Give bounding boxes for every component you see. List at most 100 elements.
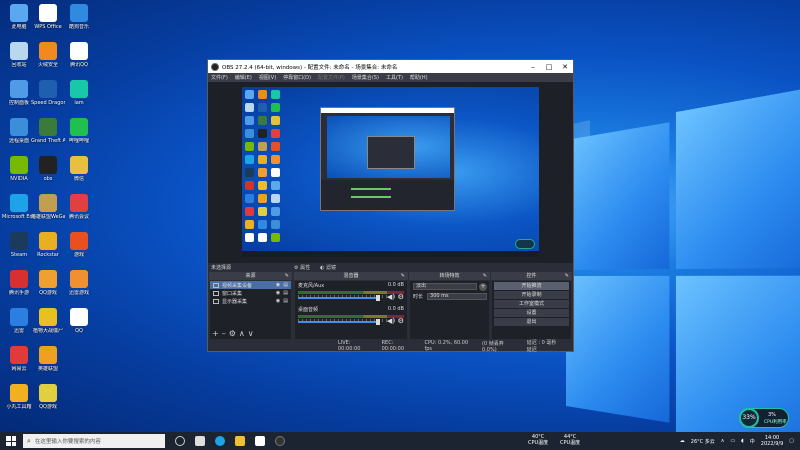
- menu-bar: 文件(F) 编辑(E) 视图(V) 停靠窗口(D) 配置文件(P) 场景集合(S) 工具(T…: [208, 73, 573, 82]
- desktop-icon[interactable]: 迅雷游戏: [62, 268, 96, 308]
- menu-item[interactable]: 配置文件(P): [318, 74, 345, 81]
- source-item[interactable]: 视频采集设备 ◉ ▤: [210, 281, 291, 289]
- desktop-icon[interactable]: Speed Dragon: [31, 78, 65, 118]
- preview-icon: [258, 116, 267, 125]
- desktop-icon[interactable]: 植物大战僵尸: [31, 306, 65, 346]
- desktop-icon[interactable]: 英雄联盟: [31, 344, 65, 384]
- desktop-icon-label: 火绒安全: [31, 62, 65, 68]
- ime-icon[interactable]: 中: [750, 438, 755, 445]
- obs-titlebar[interactable]: OBS 27.2.4 (64-bit, windows) - 配置文件: 未命名…: [208, 60, 573, 73]
- app-icon: [70, 4, 88, 22]
- obs-taskbar-icon[interactable]: [275, 436, 285, 446]
- dock-close-icon[interactable]: ✎: [565, 272, 569, 280]
- preview-icon: [245, 181, 254, 190]
- desktop-icon[interactable]: obs: [31, 154, 65, 194]
- preview-icon: [271, 90, 280, 99]
- volume-slider[interactable]: [298, 297, 378, 299]
- add-transition-icon[interactable]: +: [479, 283, 487, 291]
- network-icon[interactable]: ▭: [730, 438, 735, 444]
- preview-icon: [245, 194, 254, 203]
- store-icon[interactable]: [255, 436, 265, 446]
- menu-item[interactable]: 文件(F): [211, 74, 228, 81]
- dock-close-icon[interactable]: ✎: [401, 272, 405, 280]
- volume-slider[interactable]: [298, 321, 378, 323]
- cpu-widget[interactable]: 33% 3% CPU利用率: [739, 408, 789, 428]
- desktop-icon[interactable]: QQ: [62, 306, 96, 346]
- control-button[interactable]: 退出: [494, 318, 569, 326]
- start-button[interactable]: [6, 436, 16, 446]
- desktop-icon[interactable]: iam: [62, 78, 96, 118]
- dock-close-icon[interactable]: ✎: [483, 272, 487, 280]
- desktop-icon[interactable]: QQ游戏: [31, 382, 65, 422]
- sources-dock: 来源 ✎ 视频采集设备 ◉ ▤ 窗口采集 ◉ ▤ 显示器采集 ◉ ▤ +–⚙∧∨: [209, 272, 292, 340]
- eye-icon[interactable]: ◉: [276, 282, 280, 288]
- weather[interactable]: 26°C 多云: [691, 438, 715, 445]
- menu-item[interactable]: 工具(T): [386, 74, 403, 81]
- desktop-icon[interactable]: 微信: [62, 154, 96, 194]
- maximize-icon[interactable]: □: [541, 63, 557, 71]
- preview-canvas[interactable]: [208, 82, 573, 263]
- close-icon[interactable]: ✕: [557, 63, 573, 71]
- menu-item[interactable]: 视图(V): [259, 74, 276, 81]
- filters-button[interactable]: ◐ 滤镜: [320, 264, 336, 271]
- gear-icon[interactable]: ⚙: [398, 293, 404, 301]
- dock-close-icon[interactable]: ✎: [285, 272, 289, 280]
- menu-item[interactable]: 编辑(E): [235, 74, 252, 81]
- obs-window[interactable]: OBS 27.2.4 (64-bit, windows) - 配置文件: 未命名…: [207, 59, 574, 352]
- control-button[interactable]: 设置: [494, 309, 569, 317]
- control-button[interactable]: 开始录制: [494, 291, 569, 299]
- minimize-icon[interactable]: –: [525, 63, 541, 71]
- notification-icon[interactable]: ▢: [789, 438, 794, 444]
- source-item[interactable]: 显示器采集 ◉ ▤: [210, 297, 291, 305]
- desktop-icon-label: 迅雷游戏: [62, 290, 96, 296]
- weather-icon[interactable]: ☁: [680, 438, 685, 444]
- explorer-icon[interactable]: [235, 436, 245, 446]
- dropped-frames: (0 帧丢弃 0.0%): [482, 340, 515, 353]
- desktop-icon[interactable]: QQ游戏: [31, 268, 65, 308]
- properties-button[interactable]: ⚙ 属性: [294, 264, 310, 271]
- live-timer: LIVE: 00:00:00: [338, 340, 370, 352]
- desktop-icon[interactable]: WPS Office: [31, 2, 65, 42]
- desktop-icon[interactable]: 火绒安全: [31, 40, 65, 80]
- menu-item[interactable]: 帮助(H): [410, 74, 428, 81]
- desktop-icon[interactable]: 腾讯会议: [62, 192, 96, 232]
- eye-icon[interactable]: ◉: [276, 290, 280, 296]
- preview-icon: [271, 168, 280, 177]
- desktop-icon[interactable]: Grand Theft Auto V: [31, 116, 65, 156]
- control-button[interactable]: 开始推流: [494, 282, 569, 290]
- transition-select[interactable]: 淡出: [413, 283, 477, 290]
- preview-icon: [271, 220, 280, 229]
- app-icon: [70, 270, 88, 288]
- lock-icon[interactable]: ▤: [283, 290, 288, 296]
- menu-item[interactable]: 场景集合(S): [352, 74, 379, 81]
- speaker-icon[interactable]: ◀): [387, 317, 395, 325]
- clock[interactable]: 14:00 2022/9/9: [761, 435, 783, 447]
- speaker-icon[interactable]: ◀): [387, 293, 395, 301]
- eye-icon[interactable]: ◉: [276, 298, 280, 304]
- desktop-icon-label: WPS Office: [31, 24, 65, 30]
- preview-icon: [245, 220, 254, 229]
- desktop-icon[interactable]: 英雄联盟WeGame: [31, 192, 65, 232]
- control-button[interactable]: 工作室模式: [494, 300, 569, 308]
- desktop-icon[interactable]: 游戏: [62, 230, 96, 270]
- source-tools[interactable]: +–⚙∧∨: [212, 329, 257, 338]
- search-input[interactable]: ⌕ 在这里输入你要搜索的内容: [23, 434, 165, 448]
- source-item[interactable]: 窗口采集 ◉ ▤: [210, 289, 291, 297]
- menu-item[interactable]: 停靠窗口(D): [283, 74, 311, 81]
- edge-icon[interactable]: [215, 436, 225, 446]
- desktop-icon[interactable]: Rockstar: [31, 230, 65, 270]
- duration-input[interactable]: 300 ms: [427, 293, 487, 300]
- lock-icon[interactable]: ▤: [283, 298, 288, 304]
- tray-up-icon[interactable]: ∧: [721, 438, 725, 444]
- desktop-icon[interactable]: 酷狗音乐: [62, 2, 96, 42]
- desktop-icon[interactable]: 哔哩哔哩: [62, 116, 96, 156]
- app-icon: [70, 80, 88, 98]
- desktop-icon-label: iam: [62, 100, 96, 106]
- volume-icon[interactable]: ◖: [741, 438, 744, 444]
- gear-icon[interactable]: ⚙: [398, 317, 404, 325]
- lock-icon[interactable]: ▤: [283, 282, 288, 288]
- task-view-icon[interactable]: [175, 436, 185, 446]
- widgets-icon[interactable]: [195, 436, 205, 446]
- app-icon: [70, 156, 88, 174]
- desktop-icon[interactable]: 腾讯QQ: [62, 40, 96, 80]
